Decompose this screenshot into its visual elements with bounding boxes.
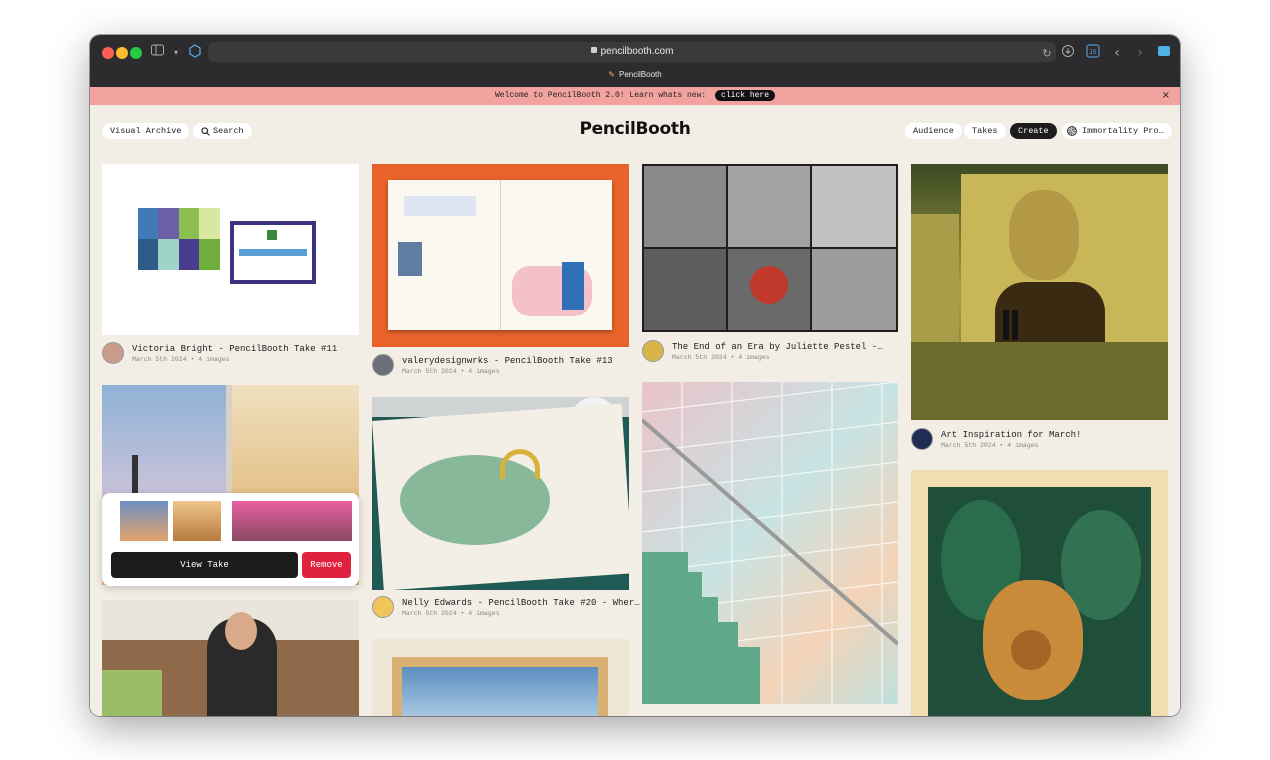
take-thumbnail-valery[interactable] bbox=[372, 164, 629, 347]
minimize-window-button[interactable] bbox=[116, 47, 128, 59]
take-title: The End of an Era by Juliette Pestel -… bbox=[672, 342, 883, 352]
extension-icon[interactable] bbox=[1155, 44, 1173, 62]
address-bar[interactable]: pencilbooth.com bbox=[208, 42, 1056, 62]
avatar bbox=[911, 428, 933, 450]
avatar bbox=[642, 340, 664, 362]
take-thumbnail-juliette[interactable] bbox=[642, 164, 898, 332]
take-thumbnail-watercolor[interactable] bbox=[372, 639, 629, 716]
back-icon[interactable]: ‹ bbox=[1108, 44, 1126, 62]
take-title: Nelly Edwards - PencilBooth Take #20 - W… bbox=[402, 598, 640, 608]
tab-title[interactable]: ✎ PencilBooth bbox=[90, 70, 1180, 79]
forward-icon[interactable]: › bbox=[1131, 44, 1149, 62]
take-thumbnail-nelly[interactable] bbox=[372, 397, 629, 590]
svg-text:JS: JS bbox=[1089, 50, 1096, 56]
account-label: Immortality Pro… bbox=[1082, 126, 1164, 136]
pencil-icon: ✎ bbox=[608, 70, 615, 79]
create-button[interactable]: Create bbox=[1010, 123, 1057, 139]
sidebar-icon[interactable] bbox=[149, 44, 167, 62]
take-meta-art-inspiration[interactable]: Art Inspiration for March! March 5th 202… bbox=[911, 428, 1168, 454]
popup-thumbnail bbox=[120, 501, 168, 541]
avatar bbox=[102, 342, 124, 364]
close-icon[interactable]: × bbox=[1162, 87, 1170, 105]
maximize-window-button[interactable] bbox=[130, 47, 142, 59]
avatar bbox=[372, 354, 394, 376]
take-meta-nelly[interactable]: Nelly Edwards - PencilBooth Take #20 - W… bbox=[372, 596, 640, 622]
popup-thumbnail bbox=[173, 501, 221, 541]
announcement-banner: Welcome to PencilBooth 2.0! Learn whats … bbox=[90, 87, 1180, 105]
browser-toolbar: ▾ pencilbooth.com ↻ JS ‹ › ✎ PencilBooth bbox=[90, 35, 1180, 87]
close-window-button[interactable] bbox=[102, 47, 114, 59]
take-title: valerydesignwrks - PencilBooth Take #13 bbox=[402, 356, 613, 366]
take-subtitle: March 5th 2024 • 4 images bbox=[672, 354, 770, 361]
take-hover-popup: View Take Remove bbox=[102, 493, 359, 586]
download-icon[interactable] bbox=[1059, 44, 1077, 62]
remove-button[interactable]: Remove bbox=[302, 552, 351, 578]
take-thumbnail-victoria[interactable] bbox=[102, 164, 359, 335]
view-take-button[interactable]: View Take bbox=[111, 552, 298, 578]
popup-thumbnail bbox=[232, 501, 352, 541]
take-thumbnail-stairs[interactable] bbox=[642, 382, 898, 704]
take-subtitle: March 5th 2024 • 4 images bbox=[402, 368, 500, 375]
take-thumbnail-studio[interactable] bbox=[102, 600, 359, 716]
audience-button[interactable]: Audience bbox=[905, 123, 962, 139]
account-avatar bbox=[1067, 126, 1077, 136]
click-here-button[interactable]: click here bbox=[715, 90, 776, 101]
take-subtitle: March 5th 2024 • 4 images bbox=[941, 442, 1039, 449]
js-icon[interactable]: JS bbox=[1084, 44, 1102, 62]
take-subtitle: March 5th 2024 • 4 images bbox=[132, 356, 230, 363]
take-meta-victoria[interactable]: Victoria Bright - PencilBooth Take #11 M… bbox=[102, 342, 359, 368]
banner-text: Welcome to PencilBooth 2.0! Learn whats … bbox=[494, 91, 707, 100]
take-title: Art Inspiration for March! bbox=[941, 430, 1082, 440]
lock-icon bbox=[590, 47, 597, 54]
account-button[interactable]: Immortality Pro… bbox=[1062, 123, 1172, 139]
browser-window: ▾ pencilbooth.com ↻ JS ‹ › ✎ PencilBooth … bbox=[90, 35, 1180, 716]
take-meta-juliette[interactable]: The End of an Era by Juliette Pestel -… … bbox=[642, 340, 898, 366]
take-meta-valery[interactable]: valerydesignwrks - PencilBooth Take #13 … bbox=[372, 354, 629, 380]
tab-title-text: PencilBooth bbox=[619, 70, 662, 79]
take-subtitle: March 5th 2024 • 4 images bbox=[402, 610, 500, 617]
url-text: pencilbooth.com bbox=[600, 46, 674, 57]
takes-button[interactable]: Takes bbox=[964, 123, 1006, 139]
shield-icon[interactable] bbox=[186, 44, 204, 62]
take-thumbnail-mona-lisa[interactable] bbox=[911, 164, 1168, 420]
avatar bbox=[372, 596, 394, 618]
chevron-down-icon[interactable]: ▾ bbox=[167, 44, 185, 62]
take-title: Victoria Bright - PencilBooth Take #11 bbox=[132, 344, 338, 354]
take-thumbnail-leopard[interactable] bbox=[911, 470, 1168, 716]
reload-icon[interactable]: ↻ bbox=[1038, 45, 1056, 63]
